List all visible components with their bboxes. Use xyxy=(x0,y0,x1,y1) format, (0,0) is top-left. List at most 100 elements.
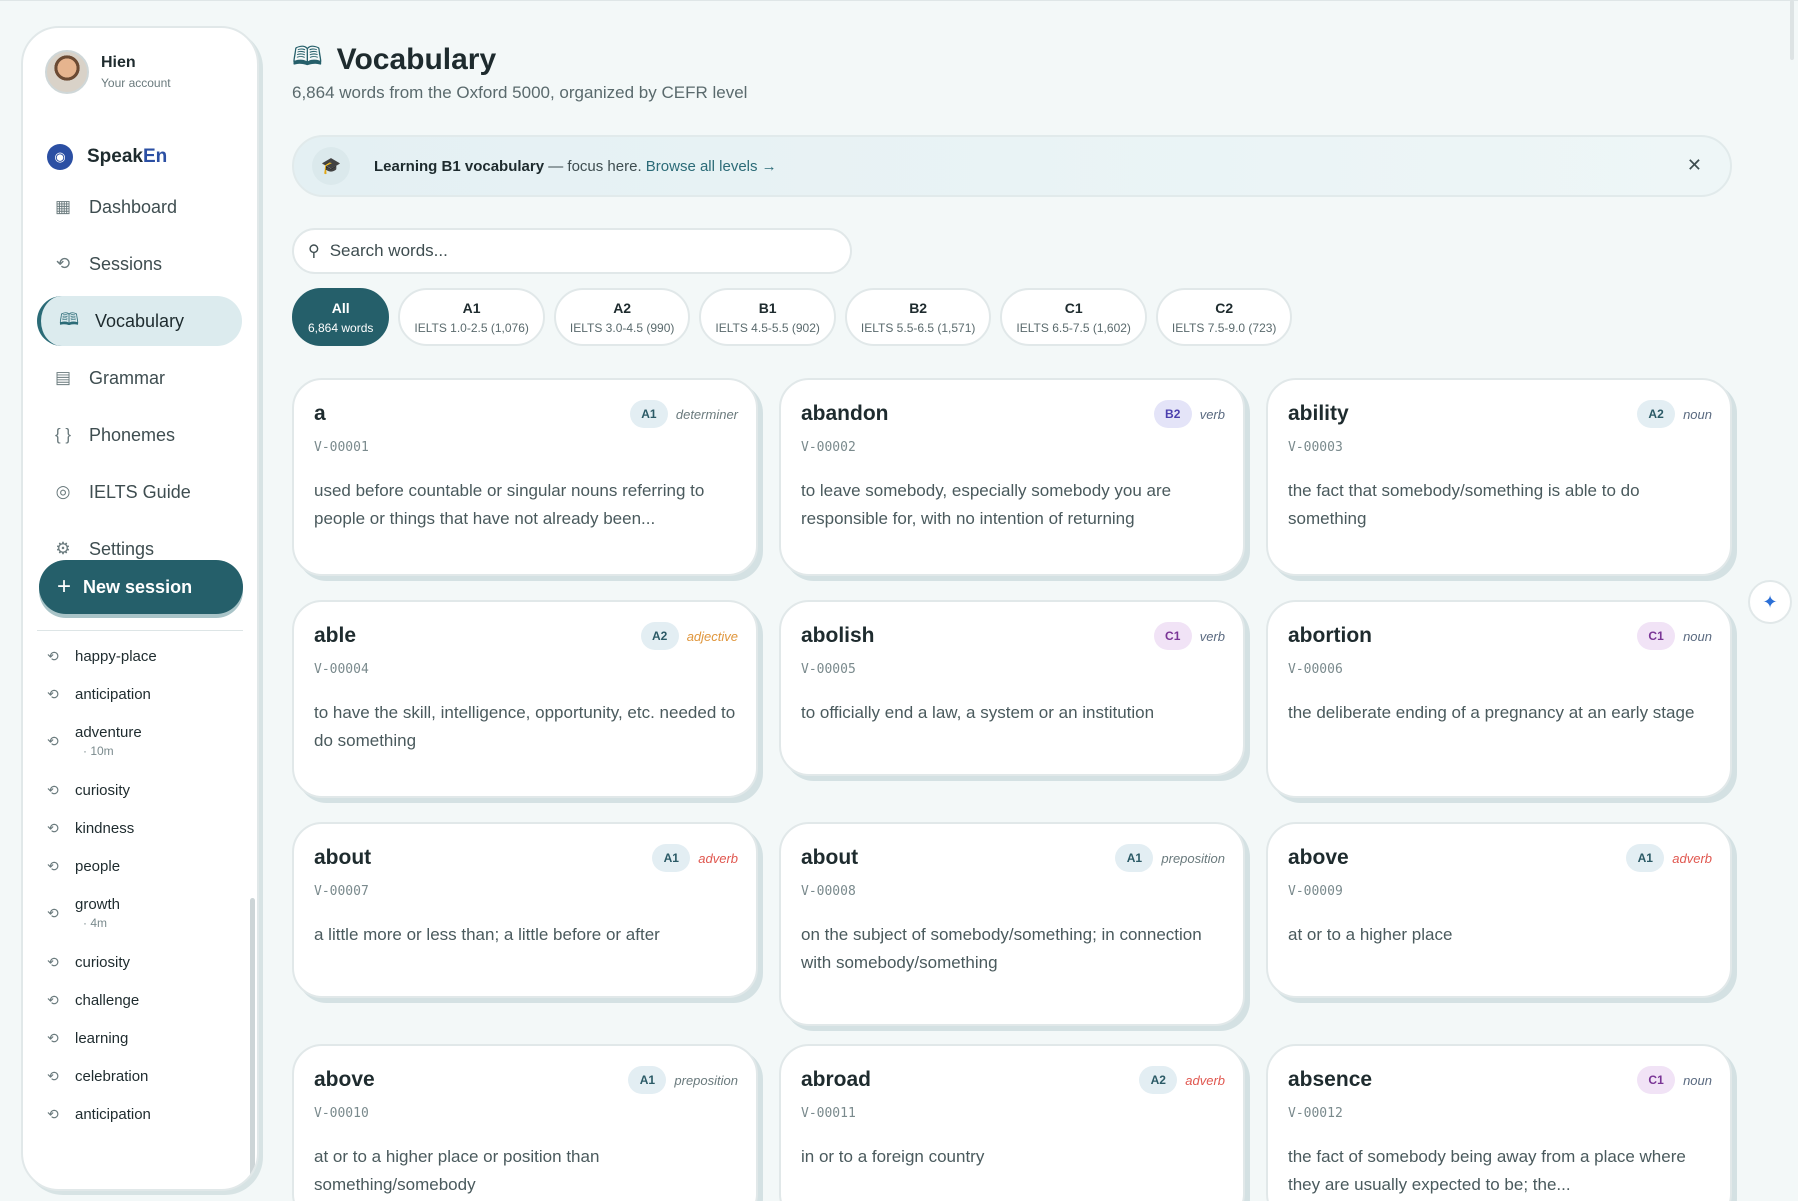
vocab-card[interactable]: abandon B2 verb V-00002 to leave somebody, e… xyxy=(779,378,1245,576)
sidebar-item-grammar[interactable]: ▤ Grammar xyxy=(37,353,242,403)
float-button-glyph: ✦ xyxy=(1762,591,1778,612)
sidebar-item-label: Dashboard xyxy=(89,196,178,217)
sidebar-item-label: Phonemes xyxy=(89,424,176,445)
vocab-card[interactable]: above A1 adverb V-00009 at or to a higher pl… xyxy=(1266,822,1732,998)
vocab-code: V-00010 xyxy=(314,1106,369,1121)
history-icon: ⟲ xyxy=(47,858,59,874)
filter-level: C2 xyxy=(1215,299,1234,316)
sidebar-item-label: Grammar xyxy=(89,367,165,388)
vocab-card[interactable]: about A1 adverb V-00007 a little more or les… xyxy=(292,822,758,998)
filter-level: B1 xyxy=(758,299,777,316)
vocab-card[interactable]: abortion C1 noun V-00006 the deliberate endi… xyxy=(1266,600,1732,798)
target-icon: ◎ xyxy=(55,482,71,501)
history-icon: ⟲ xyxy=(47,954,59,970)
session-history-item[interactable]: ⟲ happy-place xyxy=(47,648,157,665)
sidebar-item-dashboard[interactable]: ▦ Dashboard xyxy=(37,182,242,232)
sidebar-item-label: Sessions xyxy=(89,253,163,274)
sidebar-item-vocabulary[interactable]: 🕮 Vocabulary xyxy=(37,296,242,346)
brand-name-part1: Speak xyxy=(87,146,143,167)
vocab-code: V-00012 xyxy=(1288,1106,1343,1121)
sidebar-item-phonemes[interactable]: { } Phonemes xyxy=(37,410,242,460)
vocab-card[interactable]: above A1 preposition V-00010 at or to a high… xyxy=(292,1044,758,1201)
vocab-card[interactable]: absence C1 noun V-00012 the fact of somebody… xyxy=(1266,1044,1732,1201)
vocab-definition: on the subject of somebody/something; in… xyxy=(801,925,1202,972)
history-icon: ⟲ xyxy=(55,254,71,273)
level-badge: A1 xyxy=(1626,844,1665,872)
sidebar-item-sessions[interactable]: ⟲ Sessions xyxy=(37,239,242,289)
sidebar-item-label: Settings xyxy=(89,538,155,559)
level-badge: B2 xyxy=(1153,400,1192,428)
vocab-tags: A1 adverb xyxy=(1626,844,1712,872)
session-history-item[interactable]: ⟲ adventure · 10m xyxy=(47,724,142,758)
sidebar-scrollbar[interactable] xyxy=(250,898,255,1188)
session-history-item[interactable]: ⟲ kindness xyxy=(47,820,134,837)
vocab-card[interactable]: about A1 preposition V-00008 on the subject … xyxy=(779,822,1245,1026)
filter-level: B2 xyxy=(909,299,928,316)
vocab-code: V-00004 xyxy=(314,662,369,677)
session-history-text: happy-place xyxy=(75,648,157,665)
close-icon[interactable]: ✕ xyxy=(1687,155,1702,176)
book-icon: 🕮 xyxy=(58,309,80,329)
filter-chip-c1[interactable]: C1 IELTS 6.5-7.5 (1,602) xyxy=(1000,288,1147,346)
user-name: Hien xyxy=(101,54,136,71)
page-scrollbar[interactable] xyxy=(1790,0,1794,60)
vocab-card[interactable]: a A1 determiner V-00001 used before countabl… xyxy=(292,378,758,576)
session-history-item[interactable]: ⟲ growth · 4m xyxy=(47,896,120,930)
vocab-code: V-00005 xyxy=(801,662,856,677)
bookmark-book-icon: ▤ xyxy=(54,368,72,387)
filter-chip-a1[interactable]: A1 IELTS 1.0-2.5 (1,076) xyxy=(398,288,545,346)
vocab-tags: A1 determiner xyxy=(629,400,738,428)
vocab-card[interactable]: ability A2 noun V-00003 the fact that somebo… xyxy=(1266,378,1732,576)
session-history-item[interactable]: ⟲ anticipation xyxy=(47,686,151,703)
braces-icon: { } xyxy=(54,425,72,444)
vocab-definition: the fact of somebody being away from a p… xyxy=(1288,1147,1686,1194)
filter-chip-a2[interactable]: A2 IELTS 3.0-4.5 (990) xyxy=(553,288,691,346)
part-of-speech: adverb xyxy=(698,850,738,866)
search-input[interactable] xyxy=(329,241,810,261)
banner-strong: Learning B1 vocabulary xyxy=(374,157,545,175)
session-history-label: growth xyxy=(75,896,121,913)
top-border xyxy=(0,0,1798,5)
vocab-code: V-00011 xyxy=(801,1106,856,1121)
vocab-card[interactable]: able A2 adjective V-00004 to have the skill,… xyxy=(292,600,758,798)
session-history-item[interactable]: ⟲ challenge xyxy=(47,992,139,1009)
session-history-label: curiosity xyxy=(75,782,131,799)
vocab-definition: the deliberate ending of a pregnancy at … xyxy=(1288,703,1695,722)
session-history-item[interactable]: ⟲ anticipation xyxy=(47,1106,151,1123)
filter-chip-b1[interactable]: B1 IELTS 4.5-5.5 (902) xyxy=(699,288,836,346)
sparkle-drop-icon[interactable]: ✦ xyxy=(1748,580,1792,624)
filter-chip-b2[interactable]: B2 IELTS 5.5-6.5 (1,571) xyxy=(844,288,992,346)
part-of-speech: determiner xyxy=(675,406,738,422)
history-icon: ⟲ xyxy=(47,1106,59,1122)
session-history-text: anticipation xyxy=(75,1106,151,1123)
book-icon: 🕮 xyxy=(292,41,323,71)
graduation-cap-icon: 🎓 xyxy=(312,147,350,185)
brand[interactable]: ◉ SpeakEn xyxy=(47,144,167,170)
session-history-item[interactable]: ⟲ curiosity xyxy=(47,954,130,971)
vocab-code: V-00007 xyxy=(314,884,369,899)
sidebar-item-ielts-guide[interactable]: ◎ IELTS Guide xyxy=(37,467,242,517)
session-history-label: kindness xyxy=(75,820,135,837)
filter-chip-c2[interactable]: C2 IELTS 7.5-9.0 (723) xyxy=(1155,288,1293,346)
session-history-text: learning xyxy=(75,1030,128,1047)
new-session-button[interactable]: + New session xyxy=(39,560,243,614)
session-history-label: adventure xyxy=(75,724,142,741)
vocab-code: V-00009 xyxy=(1288,884,1343,899)
session-history-item[interactable]: ⟲ people xyxy=(47,858,120,875)
session-history-text: curiosity xyxy=(75,782,130,799)
account-button[interactable]: Hien Your account xyxy=(45,50,171,94)
browse-levels-link[interactable]: Browse all levels → xyxy=(646,158,777,175)
session-history-item[interactable]: ⟲ learning xyxy=(47,1030,128,1047)
session-history-label: people xyxy=(75,858,121,875)
session-history-label: anticipation xyxy=(75,1106,151,1123)
page-title: Vocabulary xyxy=(336,43,497,76)
brand-name-part2: En xyxy=(142,146,168,167)
level-banner: 🎓 Learning B1 vocabulary — focus here. B… xyxy=(292,135,1732,197)
filter-count: IELTS 5.5-6.5 (1,571) xyxy=(860,320,976,335)
session-history-item[interactable]: ⟲ celebration xyxy=(47,1068,148,1085)
vocab-card[interactable]: abolish C1 verb V-00005 to officially end a … xyxy=(779,600,1245,776)
session-history-item[interactable]: ⟲ curiosity xyxy=(47,782,130,799)
vocab-card[interactable]: abroad A2 adverb V-00011 in or to a foreign … xyxy=(779,1044,1245,1201)
filter-chip-all[interactable]: All 6,864 words xyxy=(292,288,390,346)
filter-count: IELTS 1.0-2.5 (1,076) xyxy=(414,320,529,335)
